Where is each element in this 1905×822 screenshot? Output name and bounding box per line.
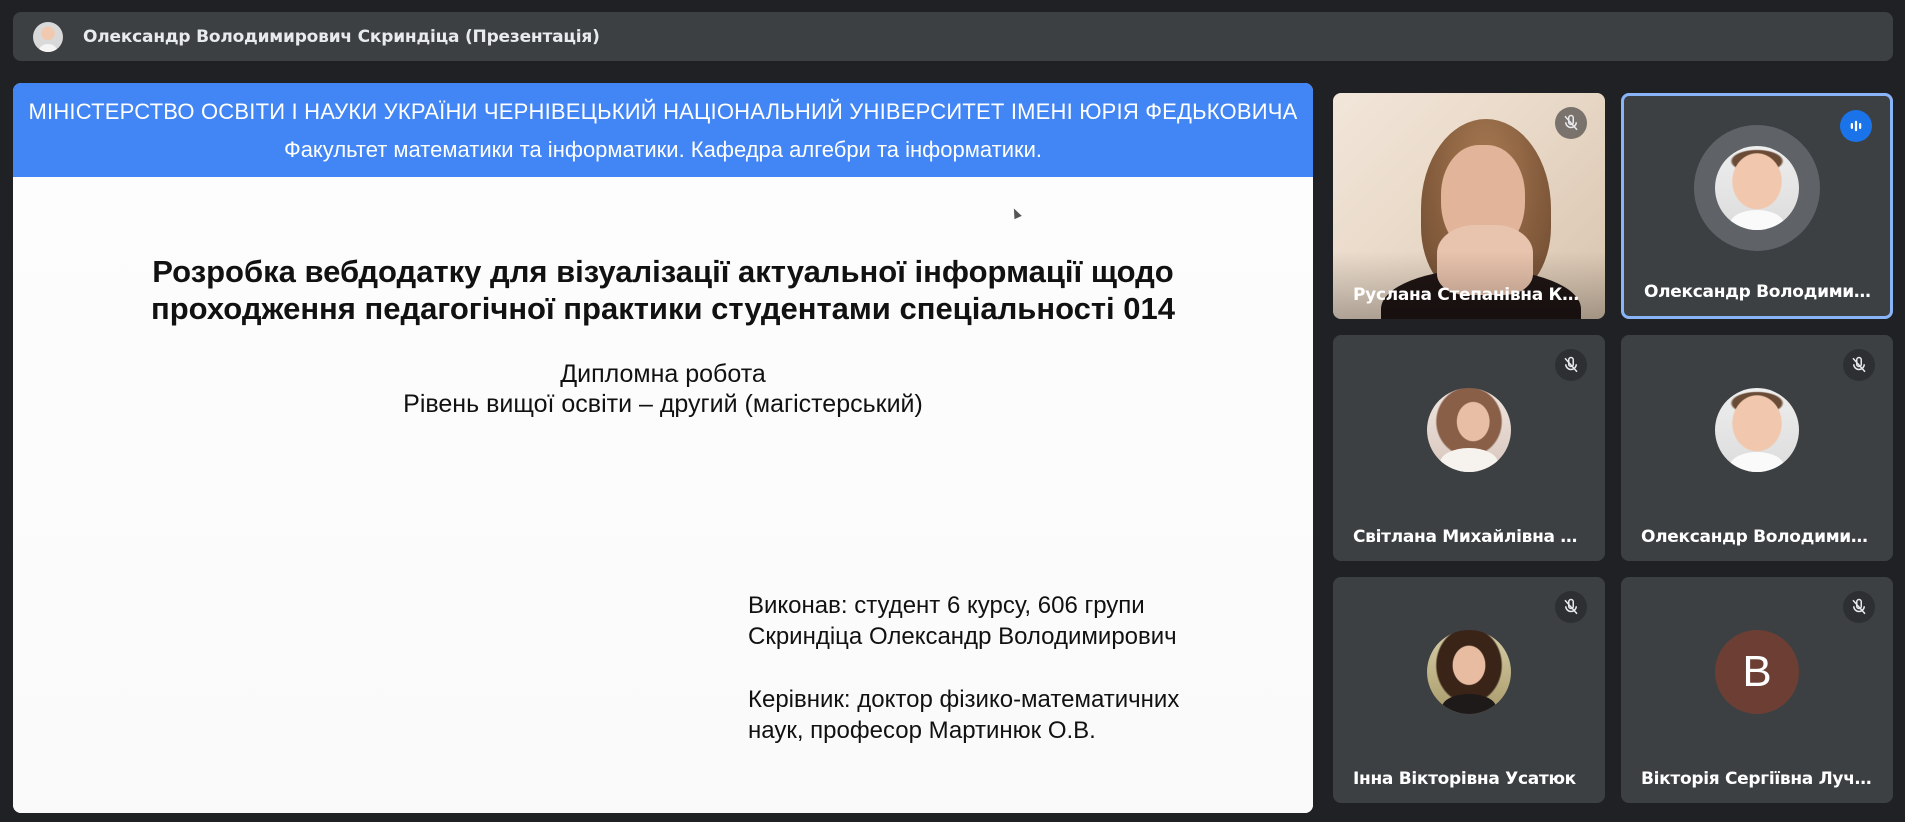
mic-off-icon (1555, 349, 1587, 381)
presenter-avatar (33, 21, 63, 52)
slide-subtitle-line2: Рівень вищої освіти – другий (магістерсь… (403, 390, 923, 418)
slide-supervisor: Керівник: доктор фізико-математичних нау… (748, 684, 1179, 746)
participant-avatar (1427, 388, 1511, 472)
participant-tile[interactable]: Олександр Володимиро... (1621, 335, 1893, 561)
mic-off-icon (1843, 349, 1875, 381)
slide-header-line1: МІНІСТЕРСТВО ОСВІТИ І НАУКИ УКРАЇНИ ЧЕРН… (28, 99, 1298, 124)
participant-tile-active[interactable]: Олександр Володимиро... (1621, 93, 1893, 319)
slide-body: Розробка вебдодатку для візуалізації акт… (13, 177, 1313, 813)
slide-author-line2: Скриндіца Олександр Володимирович (748, 623, 1177, 650)
presentation-slide[interactable]: МІНІСТЕРСТВО ОСВІТИ І НАУКИ УКРАЇНИ ЧЕРН… (13, 83, 1313, 813)
presenter-title: Олександр Володимирович Скриндіца (Презе… (83, 26, 600, 47)
participant-name: Руслана Степанівна Колі... (1353, 285, 1585, 305)
participant-avatar (1715, 146, 1799, 230)
slide-subtitle-line1: Дипломна робота (560, 360, 766, 388)
slide-author-line1: Виконав: студент 6 курсу, 606 групи (748, 592, 1145, 619)
slide-header-line2: Факультет математики та інформатики. Каф… (283, 137, 1043, 162)
participant-tile[interactable]: В Вікторія Сергіївна Лучко (1621, 577, 1893, 803)
mouse-cursor-icon (1010, 206, 1022, 220)
mic-off-icon (1555, 591, 1587, 623)
participant-avatar (1427, 630, 1511, 714)
participant-name: Інна Вікторівна Усатюк (1353, 769, 1576, 789)
mic-off-icon (1555, 107, 1587, 139)
slide-header-band: МІНІСТЕРСТВО ОСВІТИ І НАУКИ УКРАЇНИ ЧЕРН… (13, 83, 1313, 177)
slide-title-line1: Розробка вебдодатку для візуалізації акт… (152, 254, 1174, 289)
participant-tile[interactable]: Руслана Степанівна Колі... (1333, 93, 1605, 319)
slide-supervisor-line2: наук, професор Мартинюк О.В. (748, 717, 1096, 744)
mic-off-icon (1843, 591, 1875, 623)
participant-name: Світлана Михайлівна Лев... (1353, 527, 1585, 547)
participant-tile[interactable]: Інна Вікторівна Усатюк (1333, 577, 1605, 803)
slide-subtitle: Дипломна робота Рівень вищої освіти – др… (13, 359, 1313, 419)
slide-author: Виконав: студент 6 курсу, 606 групи Скри… (748, 590, 1177, 652)
slide-title-line2: проходження педагогічної практики студен… (151, 291, 1175, 326)
speaking-indicator-icon (1840, 110, 1872, 142)
slide-supervisor-line1: Керівник: доктор фізико-математичних (748, 686, 1180, 713)
participant-letter-avatar: В (1715, 630, 1799, 714)
participant-name: Вікторія Сергіївна Лучко (1641, 769, 1873, 789)
participant-name: Олександр Володимиро... (1641, 527, 1873, 547)
slide-title: Розробка вебдодатку для візуалізації акт… (83, 253, 1243, 327)
participant-avatar (1715, 388, 1799, 472)
presenter-bar: Олександр Володимирович Скриндіца (Презе… (13, 12, 1893, 61)
participant-tile[interactable]: Світлана Михайлівна Лев... (1333, 335, 1605, 561)
participant-name: Олександр Володимиро... (1644, 282, 1876, 302)
